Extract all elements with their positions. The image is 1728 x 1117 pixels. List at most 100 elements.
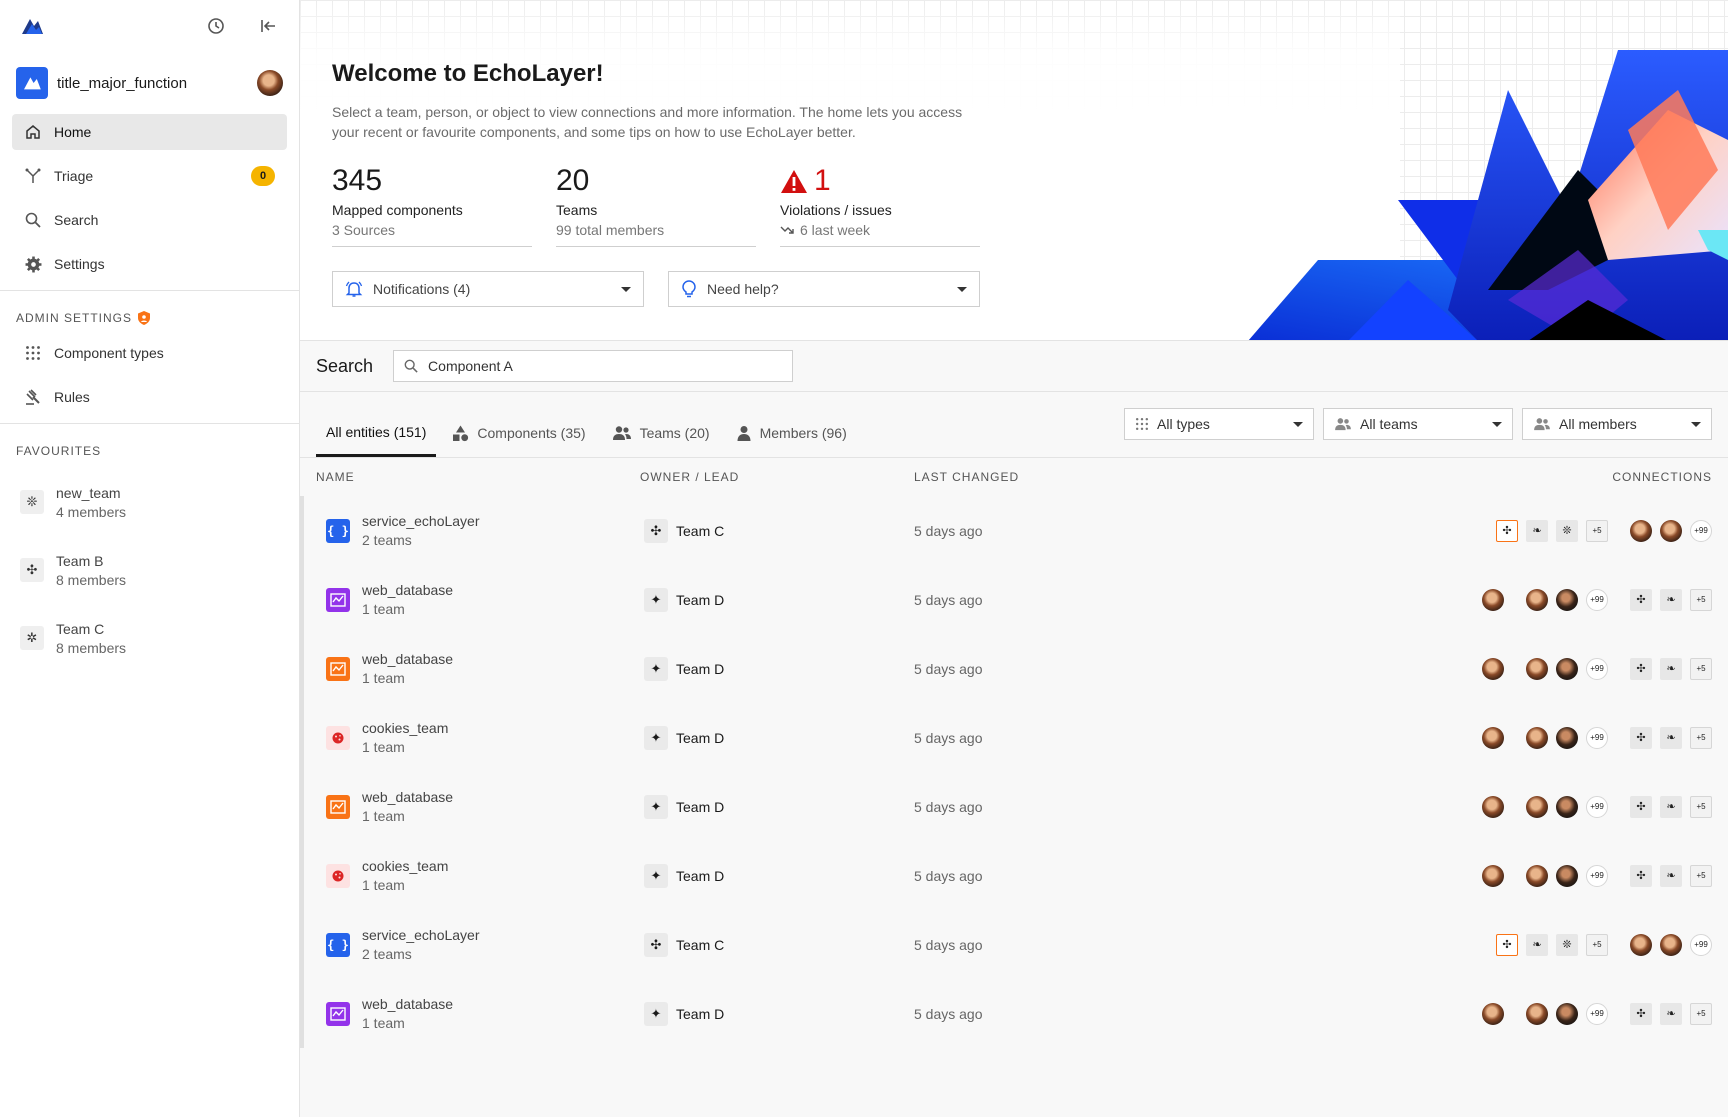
nav-item-rules[interactable]: Rules	[12, 379, 287, 415]
team-connection-icon[interactable]: ❧	[1526, 933, 1548, 956]
more-teams-count[interactable]: +5	[1586, 933, 1608, 956]
entity-name[interactable]: web_database	[362, 789, 453, 805]
entity-name[interactable]: web_database	[362, 582, 453, 598]
nav-item-settings[interactable]: Settings	[12, 246, 287, 282]
team-connection-icon[interactable]: ✣	[1496, 519, 1518, 542]
team-connection-icon[interactable]: ✣	[1630, 864, 1652, 887]
more-members-count[interactable]: +99	[1586, 726, 1608, 749]
member-avatar[interactable]	[1526, 1002, 1548, 1025]
member-avatar[interactable]	[1482, 864, 1504, 887]
member-avatar[interactable]	[1556, 657, 1578, 680]
stat-teams[interactable]: 20 Teams 99 total members	[556, 164, 756, 247]
team-connection-icon[interactable]: ✣	[1630, 657, 1652, 680]
owner-cell[interactable]: ✦ Team D	[640, 656, 914, 681]
member-avatar[interactable]	[1660, 933, 1682, 956]
table-row[interactable]: { } service_echoLayer 2 teams ✣ Team C 5 days…	[300, 496, 1728, 565]
filter-teams[interactable]: All teams	[1323, 408, 1513, 440]
team-connection-icon[interactable]: ❊	[1556, 933, 1578, 956]
entity-name[interactable]: service_echoLayer	[362, 513, 480, 529]
team-connection-icon[interactable]: ✣	[1630, 1002, 1652, 1025]
member-avatar[interactable]	[1482, 1002, 1504, 1025]
table-row[interactable]: cookies_team 1 team ✦ Team D 5 days ago +99 ✣ ❧…	[300, 841, 1728, 910]
table-row[interactable]: web_database 1 team ✦ Team D 5 days ago +99 ✣ ❧…	[300, 634, 1728, 703]
owner-cell[interactable]: ✦ Team D	[640, 1001, 914, 1026]
owner-cell[interactable]: ✣ Team C	[640, 518, 914, 543]
member-avatar[interactable]	[1526, 864, 1548, 887]
member-avatar[interactable]	[1556, 588, 1578, 611]
column-header-last-changed[interactable]: LAST CHANGED	[914, 470, 1612, 484]
more-members-count[interactable]: +99	[1586, 588, 1608, 611]
member-avatar[interactable]	[1526, 726, 1548, 749]
more-teams-count[interactable]: +5	[1690, 864, 1712, 887]
more-members-count[interactable]: +99	[1586, 657, 1608, 680]
member-avatar[interactable]	[1556, 1002, 1578, 1025]
table-row[interactable]: web_database 1 team ✦ Team D 5 days ago +99 ✣ ❧…	[300, 772, 1728, 841]
member-avatar[interactable]	[1660, 519, 1682, 542]
owner-cell[interactable]: ✣ Team C	[640, 932, 914, 957]
team-connection-icon[interactable]: ✣	[1630, 588, 1652, 611]
help-dropdown[interactable]: Need help?	[668, 271, 980, 307]
favourite-item-team-b[interactable]: ✣ Team B 8 members	[0, 536, 299, 604]
nav-item-triage[interactable]: Triage 0	[12, 158, 287, 194]
owner-cell[interactable]: ✦ Team D	[640, 725, 914, 750]
entity-name[interactable]: web_database	[362, 651, 453, 667]
filter-members[interactable]: All members	[1522, 408, 1712, 440]
filter-types[interactable]: All types	[1124, 408, 1314, 440]
team-connection-icon[interactable]: ✣	[1496, 933, 1518, 956]
nav-item-component-types[interactable]: Component types	[12, 335, 287, 371]
member-avatar[interactable]	[1482, 657, 1504, 680]
member-avatar[interactable]	[1482, 726, 1504, 749]
member-avatar[interactable]	[1556, 795, 1578, 818]
entity-name[interactable]: cookies_team	[362, 858, 448, 874]
table-row[interactable]: web_database 1 team ✦ Team D 5 days ago +99 ✣ ❧…	[300, 979, 1728, 1048]
team-connection-icon[interactable]: ❧	[1660, 657, 1682, 680]
echolayer-logo-icon[interactable]	[20, 16, 44, 36]
more-members-count[interactable]: +99	[1586, 1002, 1608, 1025]
notifications-dropdown[interactable]: Notifications (4)	[332, 271, 644, 307]
more-teams-count[interactable]: +5	[1690, 588, 1712, 611]
entity-name[interactable]: cookies_team	[362, 720, 448, 736]
stat-violations[interactable]: 1 Violations / issues 6 last week	[780, 164, 980, 247]
team-connection-icon[interactable]: ❊	[1556, 519, 1578, 542]
entity-name[interactable]: web_database	[362, 996, 453, 1012]
team-connection-icon[interactable]: ❧	[1660, 726, 1682, 749]
member-avatar[interactable]	[1556, 864, 1578, 887]
team-connection-icon[interactable]: ❧	[1660, 1002, 1682, 1025]
member-avatar[interactable]	[1526, 795, 1548, 818]
member-avatar[interactable]	[1526, 588, 1548, 611]
member-avatar[interactable]	[1526, 657, 1548, 680]
tab-members[interactable]: Members (96)	[726, 409, 857, 457]
favourite-item-team-c[interactable]: ✲ Team C 8 members	[0, 604, 299, 672]
owner-cell[interactable]: ✦ Team D	[640, 794, 914, 819]
member-avatar[interactable]	[1556, 726, 1578, 749]
more-teams-count[interactable]: +5	[1690, 657, 1712, 680]
owner-cell[interactable]: ✦ Team D	[640, 587, 914, 612]
search-input[interactable]: Component A	[393, 350, 794, 382]
table-row[interactable]: cookies_team 1 team ✦ Team D 5 days ago +99 ✣ ❧…	[300, 703, 1728, 772]
tab-components[interactable]: Components (35)	[442, 409, 595, 457]
favourite-item-new-team[interactable]: ❊ new_team 4 members	[0, 468, 299, 536]
team-connection-icon[interactable]: ✣	[1630, 726, 1652, 749]
history-icon[interactable]	[205, 15, 227, 37]
more-teams-count[interactable]: +5	[1690, 726, 1712, 749]
column-header-owner[interactable]: OWNER / LEAD	[640, 470, 914, 484]
team-connection-icon[interactable]: ❧	[1660, 795, 1682, 818]
more-teams-count[interactable]: +5	[1586, 519, 1608, 542]
nav-item-home[interactable]: Home	[12, 114, 287, 150]
entity-name[interactable]: service_echoLayer	[362, 927, 480, 943]
tab-all-entities[interactable]: All entities (151)	[316, 409, 437, 457]
more-teams-count[interactable]: +5	[1690, 1002, 1712, 1025]
nav-item-search[interactable]: Search	[12, 202, 287, 238]
owner-cell[interactable]: ✦ Team D	[640, 863, 914, 888]
tab-teams[interactable]: Teams (20)	[602, 409, 720, 457]
team-connection-icon[interactable]: ❧	[1526, 519, 1548, 542]
column-header-connections[interactable]: CONNECTIONS	[1612, 470, 1712, 484]
more-members-count[interactable]: +99	[1586, 864, 1608, 887]
table-row[interactable]: { } service_echoLayer 2 teams ✣ Team C 5 days…	[300, 910, 1728, 979]
member-avatar[interactable]	[1482, 795, 1504, 818]
table-row[interactable]: web_database 1 team ✦ Team D 5 days ago +99 ✣ ❧…	[300, 565, 1728, 634]
more-members-count[interactable]: +99	[1586, 795, 1608, 818]
stat-mapped-components[interactable]: 345 Mapped components 3 Sources	[332, 164, 532, 247]
team-connection-icon[interactable]: ❧	[1660, 864, 1682, 887]
team-connection-icon[interactable]: ❧	[1660, 588, 1682, 611]
